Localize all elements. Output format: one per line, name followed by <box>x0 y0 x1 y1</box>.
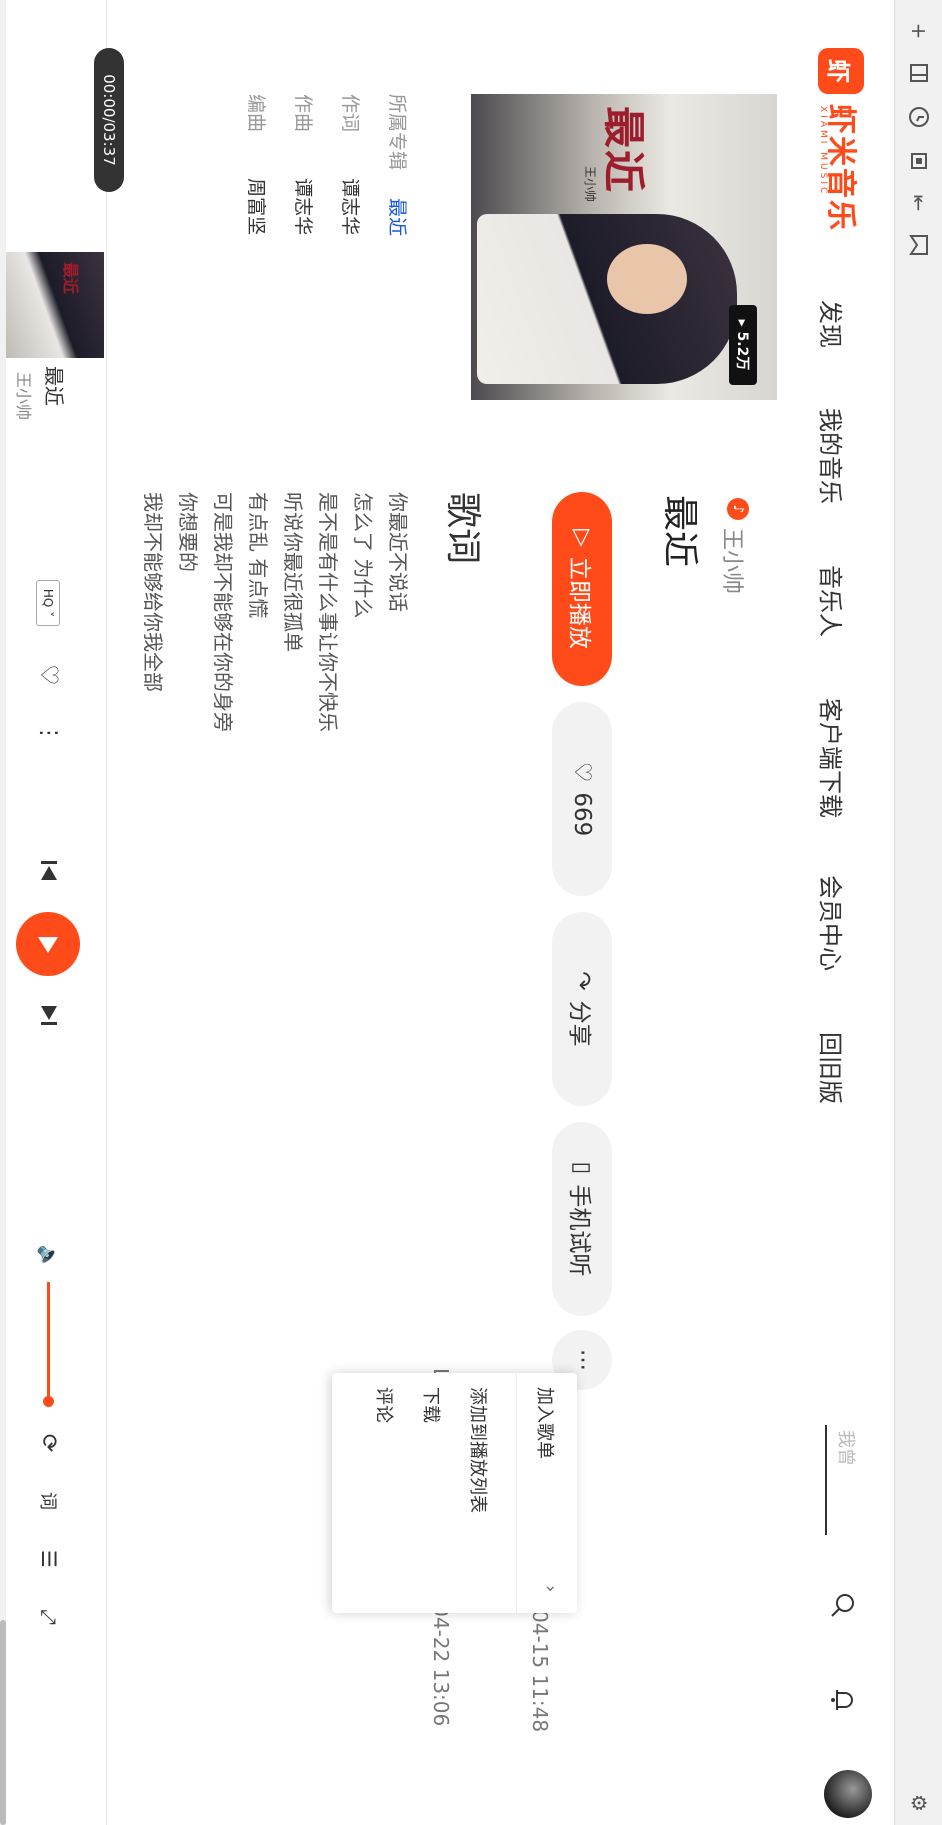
more-dropdown-menu: 加入歌单 › 添加到播放列表 下载 评论 <box>332 1373 577 1613</box>
song-title: 最近 <box>659 495 700 568</box>
download-item[interactable]: 下载 <box>419 1387 445 1423</box>
settings-icon[interactable]: ⚙ <box>906 1790 932 1816</box>
album-link[interactable]: 最近 <box>386 198 408 236</box>
player-song-title[interactable]: 最近 <box>41 366 70 406</box>
lyric-line: 有点乱 有点慌 <box>246 492 270 619</box>
lyric-line: 是不是有什么事让你不快乐 <box>316 492 340 732</box>
heart-icon: ♡ <box>569 761 595 783</box>
nav-vip-center[interactable]: 会员中心 <box>815 875 850 971</box>
volume-icon[interactable]: 🔈 <box>34 1242 64 1272</box>
fullscreen-icon[interactable]: ⤢ <box>34 1602 64 1632</box>
more-options-icon[interactable]: ⋮ <box>34 718 64 748</box>
meta-key: 所属专辑 <box>386 94 408 171</box>
playlist-icon[interactable]: ☰ <box>34 1544 64 1574</box>
like-button[interactable]: ♡ 669 <box>552 702 612 896</box>
lyric-line: 你想要的 <box>176 492 200 572</box>
cover-figure <box>477 214 737 384</box>
meta-composer: 作曲 谭志华 <box>291 94 318 235</box>
previous-track-icon[interactable] <box>34 856 64 886</box>
edit-date: 04-15 11:48 <box>528 1610 552 1733</box>
nav-discover[interactable]: 发现 <box>815 300 850 348</box>
repeat-icon[interactable]: ⟳ <box>34 1428 64 1458</box>
lyricist-link[interactable]: 谭志华 <box>339 178 361 235</box>
share-button[interactable]: ↷ 分享 <box>552 912 612 1106</box>
add-to-queue-item[interactable]: 添加到播放列表 <box>466 1387 492 1513</box>
heart-icon[interactable]: ♡ <box>34 660 64 690</box>
share-label: 分享 <box>566 1000 592 1047</box>
arranger-link[interactable]: 周富坚 <box>245 178 267 235</box>
meta-key: 编曲 <box>245 94 267 133</box>
phone-icon: ▯ <box>569 1161 595 1175</box>
play-pause-button[interactable] <box>16 912 80 976</box>
meta-arranger: 编曲 周富坚 <box>244 94 271 235</box>
like-count: 669 <box>569 792 595 837</box>
artist-icon: ♪ <box>727 498 749 520</box>
artist-name[interactable]: 王小帅 <box>718 528 750 594</box>
user-avatar[interactable] <box>824 1770 872 1818</box>
play-count-badge: ▸ 5.2万 <box>729 305 757 385</box>
nav-musicians[interactable]: 音乐人 <box>815 565 850 637</box>
bell-icon[interactable] <box>828 1685 858 1715</box>
cover-artist: 王小帅 <box>583 166 597 203</box>
history-icon[interactable] <box>906 104 932 130</box>
lyric-line: 怎么了 为什么 <box>351 492 375 619</box>
player-cover-title: 最近 <box>61 262 80 295</box>
horizontal-scrollbar[interactable] <box>0 0 6 1825</box>
search-input[interactable]: 我曾 <box>834 1430 860 1466</box>
play-now-label: 立即播放 <box>566 556 592 649</box>
play-icon: ▷ <box>569 529 595 547</box>
meta-key: 作曲 <box>292 94 314 133</box>
search-icon[interactable] <box>828 1590 858 1620</box>
back-icon[interactable]: ⇤ <box>906 190 932 216</box>
add-to-playlist-item[interactable]: 加入歌单 <box>533 1387 559 1459</box>
player-cover[interactable] <box>0 252 104 358</box>
meta-lyricist: 作词 谭志华 <box>338 94 365 235</box>
dropdown-header[interactable]: 加入歌单 › <box>516 1373 577 1613</box>
volume-slider[interactable] <box>47 1282 50 1400</box>
cover-title: 最近 <box>599 106 648 195</box>
phone-listen-button[interactable]: ▯ 手机试听 <box>552 1122 612 1316</box>
comment-item[interactable]: 评论 <box>372 1387 398 1423</box>
lyrics-toggle-button[interactable]: 词 <box>34 1486 64 1516</box>
composer-link[interactable]: 谭志华 <box>292 178 314 235</box>
nav-client-download[interactable]: 客户端下载 <box>815 698 850 818</box>
logo-mark-icon: 虾 <box>818 48 864 94</box>
xiami-logo[interactable]: 虾 虾米音乐 XIAMI MUSIC <box>804 48 864 260</box>
lyric-line: 我却不能够给你我全部 <box>141 492 165 692</box>
phone-listen-label: 手机试听 <box>566 1184 592 1277</box>
player-artist[interactable]: 王小帅 <box>13 372 37 420</box>
page-stage: + ⇤ ⚙ 虾 虾米音乐 XIAMI MUSIC 发现 我的音乐 音乐人 客户端… <box>0 0 942 1825</box>
nav-old-version[interactable]: 回旧版 <box>815 1032 850 1104</box>
play-now-button[interactable]: ▷ 立即播放 <box>552 492 612 686</box>
reader-icon[interactable] <box>906 60 932 86</box>
share-icon: ↷ <box>569 971 595 991</box>
meta-album: 所属专辑 最近 <box>385 94 412 236</box>
nav-my-music[interactable]: 我的音乐 <box>815 408 850 504</box>
lyrics-heading: 歌词 <box>442 492 483 565</box>
logo-text: 虾米音乐 <box>823 104 858 232</box>
add-icon[interactable]: + <box>906 18 932 44</box>
logo-subtext: XIAMI MUSIC <box>818 106 828 197</box>
playback-time: 00:00/03:37 <box>94 48 124 192</box>
lyric-line: 可是我却不能够在你的身旁 <box>211 492 235 732</box>
lyric-line: 听说你最近很孤单 <box>281 492 305 652</box>
browser-toolbar: + ⇤ ⚙ <box>894 0 942 1825</box>
lyric-line: 你最近不说话 <box>386 492 410 612</box>
search-underline <box>825 1425 827 1535</box>
next-track-icon[interactable] <box>34 1000 64 1030</box>
tabs-icon[interactable] <box>906 148 932 174</box>
chevron-right-icon: › <box>540 1585 561 1593</box>
scrollbar-thumb[interactable] <box>0 1620 6 1825</box>
volume-handle[interactable] <box>43 1396 54 1407</box>
quality-select[interactable]: HQ ˅ <box>36 580 60 626</box>
cover-face <box>607 244 687 314</box>
bookmark-icon[interactable] <box>906 232 932 258</box>
meta-key: 作词 <box>339 94 361 133</box>
